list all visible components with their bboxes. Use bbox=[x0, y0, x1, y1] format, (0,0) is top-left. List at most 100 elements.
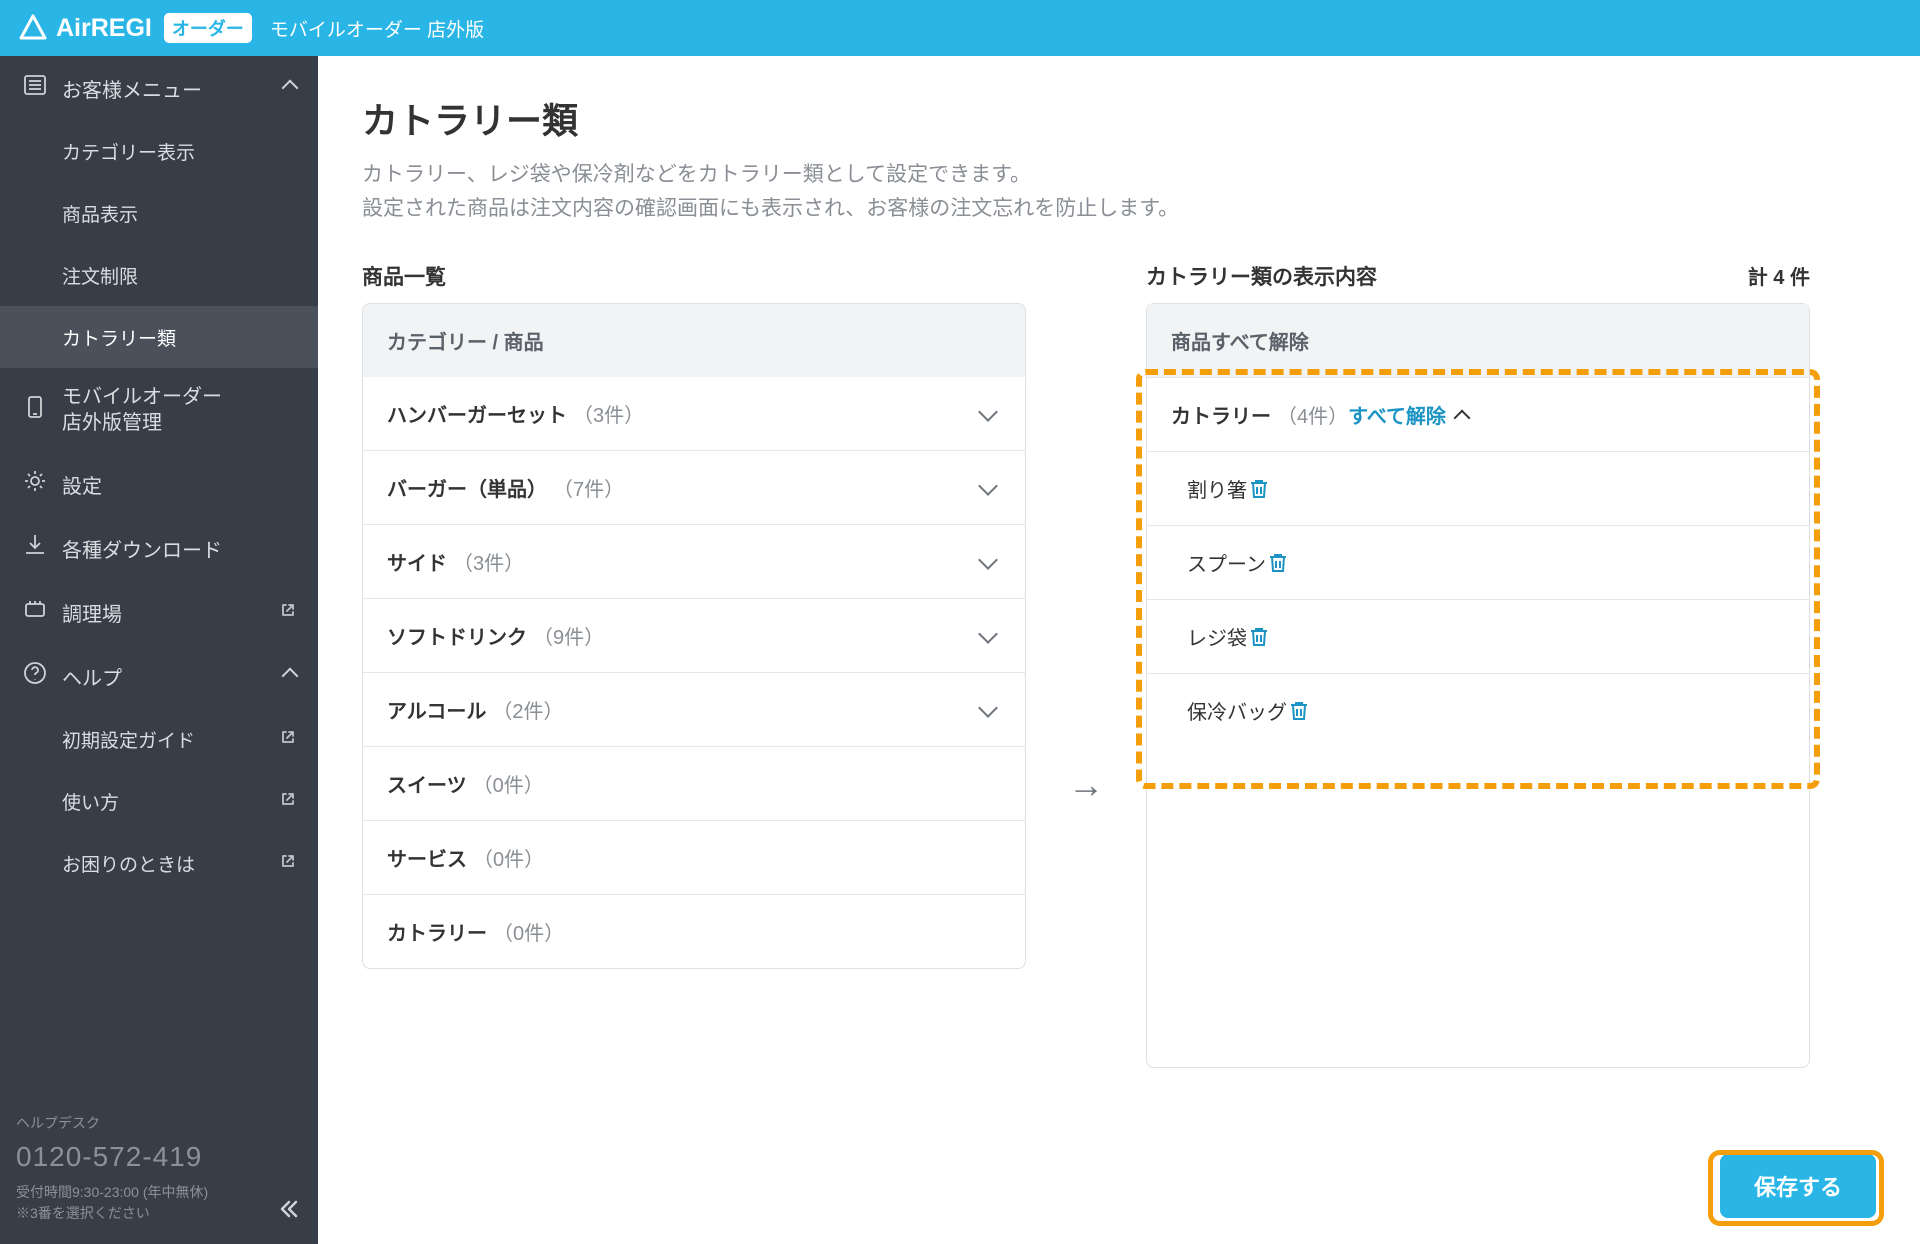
chevron-double-left-icon bbox=[278, 1198, 300, 1220]
logo: AirREGI オーダー bbox=[18, 13, 252, 43]
sidebar-item-8[interactable]: 調理場 bbox=[0, 580, 318, 644]
sidebar-item-2[interactable]: 商品表示 bbox=[0, 182, 318, 244]
sidebar-footer: ヘルプデスク 0120-572-419 受付時間9:30-23:00 (年中無休… bbox=[16, 1113, 302, 1224]
logo-badge: オーダー bbox=[164, 13, 252, 43]
chevron-down-icon bbox=[978, 698, 998, 718]
category-row[interactable]: サイド（3件） bbox=[363, 524, 1025, 598]
sidebar-item-label: 設定 bbox=[62, 470, 102, 499]
sidebar-item-0[interactable]: お客様メニュー bbox=[0, 56, 318, 120]
category-name: サービス bbox=[387, 843, 467, 872]
group-clear-button[interactable]: すべて解除 bbox=[1348, 400, 1446, 429]
sidebar-item-label: 注文制限 bbox=[62, 262, 138, 289]
helpdesk-hours: 受付時間9:30-23:00 (年中無休) bbox=[16, 1182, 302, 1203]
main-content: カトラリー類 カトラリー、レジ袋や保冷剤などをカトラリー類として設定できます。 … bbox=[318, 56, 1920, 1244]
product-list-header-label: カテゴリー / 商品 bbox=[387, 326, 544, 355]
delete-button[interactable] bbox=[1287, 699, 1311, 723]
sidebar-item-label: モバイルオーダー店外版管理 bbox=[62, 384, 222, 436]
category-name: アルコール bbox=[387, 695, 486, 724]
display-content-panel: 商品 すべて解除 カトラリー （4件） すべて解除 割り箸スプーンレジ袋保冷バッ… bbox=[1146, 303, 1810, 1068]
helpdesk-note: ※3番を選択ください bbox=[16, 1203, 302, 1224]
chevron-down-icon bbox=[978, 624, 998, 644]
display-item-name: 割り箸 bbox=[1187, 474, 1247, 503]
header-subtitle: モバイルオーダー 店外版 bbox=[270, 15, 484, 42]
sidebar-item-label: 初期設定ガイド bbox=[62, 726, 195, 753]
category-row: スイーツ（0件） bbox=[363, 746, 1025, 820]
product-list-heading: 商品一覧 bbox=[362, 261, 446, 291]
sidebar-item-6[interactable]: 設定 bbox=[0, 452, 318, 516]
sidebar-item-label: 調理場 bbox=[62, 598, 122, 627]
category-row: サービス（0件） bbox=[363, 820, 1025, 894]
sidebar-item-label: カトラリー類 bbox=[62, 324, 176, 351]
sidebar-item-label: 商品表示 bbox=[62, 200, 138, 227]
arrow-right-icon: → bbox=[1068, 764, 1104, 806]
product-list-panel: カテゴリー / 商品 ハンバーガーセット（3件）バーガー（単品）（7件）サイド（… bbox=[362, 303, 1026, 969]
category-count: （0件） bbox=[473, 843, 544, 872]
sidebar-collapse-button[interactable] bbox=[278, 1198, 300, 1226]
category-row[interactable]: ソフトドリンク（9件） bbox=[363, 598, 1025, 672]
sidebar-item-1[interactable]: カテゴリー表示 bbox=[0, 120, 318, 182]
transfer-arrow: → bbox=[1062, 764, 1110, 806]
mobile-icon bbox=[22, 394, 48, 426]
category-row[interactable]: ハンバーガーセット（3件） bbox=[363, 377, 1025, 450]
display-group-count: （4件） bbox=[1277, 400, 1348, 429]
sidebar-item-12[interactable]: お困りのときは bbox=[0, 832, 318, 894]
sidebar: お客様メニューカテゴリー表示商品表示注文制限カトラリー類モバイルオーダー店外版管… bbox=[0, 56, 318, 1244]
display-item: スプーン bbox=[1147, 526, 1809, 600]
app-header: AirREGI オーダー モバイルオーダー 店外版 bbox=[0, 0, 1920, 56]
category-count: （3件） bbox=[573, 399, 644, 428]
display-content-total: 計 4 件 bbox=[1748, 261, 1810, 290]
sidebar-item-label: ヘルプ bbox=[62, 662, 122, 691]
external-link-icon bbox=[280, 729, 296, 750]
category-name: サイド bbox=[387, 547, 447, 576]
sidebar-item-5[interactable]: モバイルオーダー店外版管理 bbox=[0, 368, 318, 452]
display-item-name: 保冷バッグ bbox=[1187, 696, 1287, 725]
trash-icon bbox=[1247, 625, 1271, 649]
category-row[interactable]: バーガー（単品）（7件） bbox=[363, 450, 1025, 524]
sidebar-item-label: カテゴリー表示 bbox=[62, 138, 195, 165]
clear-all-button[interactable]: すべて解除 bbox=[1211, 326, 1309, 355]
helpdesk-label: ヘルプデスク bbox=[16, 1113, 302, 1134]
display-item: 割り箸 bbox=[1147, 452, 1809, 526]
logo-text: AirREGI bbox=[56, 14, 152, 43]
sidebar-item-4[interactable]: カトラリー類 bbox=[0, 306, 318, 368]
display-item: 保冷バッグ bbox=[1147, 674, 1809, 747]
chevron-up-icon bbox=[1453, 409, 1470, 426]
logo-triangle-icon bbox=[18, 13, 48, 43]
sidebar-item-10[interactable]: 初期設定ガイド bbox=[0, 708, 318, 770]
category-row[interactable]: アルコール（2件） bbox=[363, 672, 1025, 746]
sidebar-item-9[interactable]: ヘルプ bbox=[0, 644, 318, 708]
chevron-up-icon bbox=[284, 77, 296, 100]
page-description: カトラリー、レジ袋や保冷剤などをカトラリー類として設定できます。 設定された商品… bbox=[362, 158, 1876, 225]
category-count: （9件） bbox=[533, 621, 604, 650]
save-button[interactable]: 保存する bbox=[1720, 1154, 1876, 1218]
display-item-name: スプーン bbox=[1187, 548, 1266, 577]
sidebar-item-label: お困りのときは bbox=[62, 850, 195, 877]
category-count: （0件） bbox=[493, 917, 564, 946]
external-link-icon bbox=[280, 853, 296, 874]
category-name: ソフトドリンク bbox=[387, 621, 527, 650]
help-icon bbox=[22, 660, 48, 692]
category-count: （0件） bbox=[473, 769, 544, 798]
delete-button[interactable] bbox=[1247, 477, 1271, 501]
external-link-icon bbox=[280, 602, 296, 623]
delete-button[interactable] bbox=[1247, 625, 1271, 649]
page-title: カトラリー類 bbox=[362, 92, 1876, 144]
trash-icon bbox=[1266, 551, 1290, 575]
sidebar-item-11[interactable]: 使い方 bbox=[0, 770, 318, 832]
trash-icon bbox=[1287, 699, 1311, 723]
kitchen-icon bbox=[22, 596, 48, 628]
chevron-up-icon bbox=[284, 665, 296, 688]
sidebar-item-3[interactable]: 注文制限 bbox=[0, 244, 318, 306]
category-name: カトラリー bbox=[387, 917, 487, 946]
sidebar-item-label: 各種ダウンロード bbox=[62, 534, 222, 563]
download-icon bbox=[22, 532, 48, 564]
delete-button[interactable] bbox=[1266, 551, 1290, 575]
category-name: ハンバーガーセット bbox=[387, 399, 567, 428]
display-header-label: 商品 bbox=[1171, 326, 1211, 355]
category-row: カトラリー（0件） bbox=[363, 894, 1025, 968]
display-item-name: レジ袋 bbox=[1187, 622, 1247, 651]
trash-icon bbox=[1247, 477, 1271, 501]
sidebar-item-7[interactable]: 各種ダウンロード bbox=[0, 516, 318, 580]
display-group-name: カトラリー bbox=[1171, 400, 1271, 429]
display-group-header[interactable]: カトラリー （4件） すべて解除 bbox=[1147, 378, 1809, 452]
